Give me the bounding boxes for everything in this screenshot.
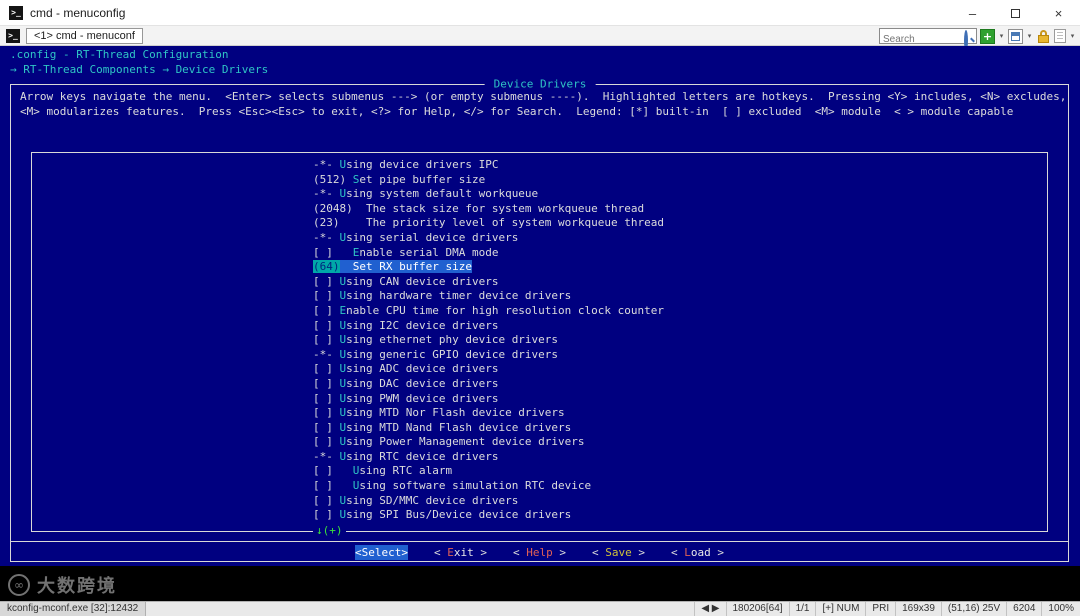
breadcrumb: → RT-Thread Components → Device Drivers	[10, 63, 269, 76]
minimize-icon: –	[968, 5, 977, 21]
watermark-logo-icon: ∞	[8, 574, 30, 596]
instructions-line2: <M> modularizes features. Press <Esc><Es…	[20, 105, 1014, 118]
console-icon: >_	[6, 29, 20, 43]
button-separator	[10, 541, 1069, 542]
terminal: .config - RT-Thread Configuration → RT-T…	[0, 46, 1080, 601]
menu-item[interactable]: [ ] Using ethernet phy device drivers	[313, 333, 664, 348]
menu-item[interactable]: (23) The priority level of system workqu…	[313, 216, 664, 231]
plus-icon: +	[982, 29, 993, 43]
menu-item[interactable]: [ ] Using PWM device drivers	[313, 392, 664, 407]
menu-item[interactable]: [ ] Using Power Management device driver…	[313, 435, 664, 450]
minimize-button[interactable]: –	[951, 0, 994, 26]
close-icon: ×	[1054, 5, 1063, 21]
window-controls: – ×	[951, 0, 1080, 26]
menu-item[interactable]: [ ] Using hardware timer device drivers	[313, 289, 664, 304]
tab-cmd-menuconfig[interactable]: <1> cmd - menuconf	[26, 28, 143, 44]
title-bar: >_ cmd - menuconfig – ×	[0, 0, 1080, 26]
menu-item[interactable]: [ ] Enable CPU time for high resolution …	[313, 304, 664, 319]
lock-button[interactable]	[1036, 29, 1051, 44]
menu-item[interactable]: (512) Set pipe buffer size	[313, 173, 664, 188]
exit-button[interactable]: < Exit >	[434, 545, 487, 560]
watermark: ∞ 大数跨境	[8, 572, 117, 598]
status-segment: 100%	[1041, 602, 1080, 616]
instructions-line1: Arrow keys navigate the menu. <Enter> se…	[20, 90, 1067, 103]
menu-item[interactable]: [ ] Using ADC device drivers	[313, 362, 664, 377]
dialog-buttons: <Select> < Exit > < Help > < Save > < Load >	[10, 545, 1069, 560]
menu-item[interactable]: -*- Using system default workqueue	[313, 187, 664, 202]
menu-item[interactable]: -*- Using serial device drivers	[313, 231, 664, 246]
status-segment: [+] NUM	[815, 602, 865, 616]
menuconfig-screen: .config - RT-Thread Configuration → RT-T…	[0, 46, 1080, 566]
window-title: cmd - menuconfig	[30, 6, 126, 20]
chevron-down-icon: ▾	[1027, 32, 1032, 40]
close-button[interactable]: ×	[1037, 0, 1080, 26]
menu-item[interactable]: [ ] Using MTD Nor Flash device drivers	[313, 406, 664, 421]
menu-item[interactable]: [ ] Using SPI Bus/Device device drivers	[313, 508, 664, 523]
search-input[interactable]	[880, 33, 960, 46]
status-segments: ◀ ▶ 180206[64] 1/1 [+] NUM PRI 169x39 (51,16) …	[694, 602, 1080, 616]
maximize-button[interactable]	[994, 0, 1037, 26]
search-box	[879, 28, 977, 51]
dialog-title: Device Drivers	[484, 77, 596, 91]
status-segment: 180206[64]	[725, 602, 789, 616]
menu-item[interactable]: [ ] Using software simulation RTC device	[313, 479, 664, 494]
tab-bar: >_ <1> cmd - menuconf + ▾ ▾ ▾	[0, 26, 1080, 51]
menu-item[interactable]: [ ] Using I2C device drivers	[313, 319, 664, 334]
chevron-down-icon: ▾	[1070, 32, 1075, 40]
menu-item[interactable]: [ ] Using CAN device drivers	[313, 275, 664, 290]
window-mode-button[interactable]	[1008, 28, 1023, 44]
status-segment: PRI	[865, 602, 895, 616]
status-segment: 169x39	[895, 602, 941, 616]
watermark-text: 大数跨境	[37, 576, 117, 597]
menu-item[interactable]: [ ] Enable serial DMA mode	[313, 246, 664, 261]
status-segment: (51,16) 25V	[940, 602, 1006, 616]
scroll-more-indicator: ↓(+)	[313, 524, 346, 537]
help-button[interactable]: < Help >	[513, 545, 566, 560]
search-icon	[964, 30, 975, 51]
menu-item[interactable]: -*- Using device drivers IPC	[313, 158, 664, 173]
new-console-dropdown[interactable]: ▾	[998, 29, 1005, 44]
new-console-button[interactable]: +	[980, 28, 995, 44]
status-segment: 6204	[1006, 602, 1041, 616]
menu-item[interactable]: [ ] Using MTD Nand Flash device drivers	[313, 421, 664, 436]
menu-item[interactable]: [ ] Using SD/MMC device drivers	[313, 494, 664, 509]
menu-item[interactable]: -*- Using RTC device drivers	[313, 450, 664, 465]
select-button[interactable]: <Select>	[355, 545, 408, 560]
cmd-app-icon: >_	[9, 6, 23, 20]
menu-item[interactable]: [ ] Using DAC device drivers	[313, 377, 664, 392]
menu-item[interactable]: -*- Using generic GPIO device drivers	[313, 348, 664, 363]
more-options-dropdown[interactable]: ▾	[1069, 29, 1076, 44]
save-button[interactable]: < Save >	[592, 545, 645, 560]
menu-item-selected[interactable]: (64) Set RX buffer size	[313, 260, 664, 275]
status-bar: kconfig-mconf.exe [32]:12432 ◀ ▶ 180206[6…	[0, 601, 1080, 616]
chevron-down-icon: ▾	[999, 32, 1004, 40]
scrollback-button[interactable]	[1054, 29, 1066, 43]
process-info: kconfig-mconf.exe [32]:12432	[0, 602, 147, 616]
status-segment: 1/1	[788, 602, 816, 616]
status-segment: ◀ ▶	[694, 602, 725, 616]
maximize-icon	[1011, 8, 1020, 18]
toolbar: + ▾ ▾ ▾	[879, 28, 1076, 51]
config-path-line: .config - RT-Thread Configuration	[10, 48, 229, 61]
load-button[interactable]: < Load >	[671, 545, 724, 560]
menu-list: -*- Using device drivers IPC (512) Set pi…	[313, 158, 664, 523]
window-icon	[1011, 31, 1020, 41]
menu-item[interactable]: [ ] Using RTC alarm	[313, 464, 664, 479]
menu-item[interactable]: (2048) The stack size for system workque…	[313, 202, 664, 217]
window-mode-dropdown[interactable]: ▾	[1026, 29, 1033, 44]
